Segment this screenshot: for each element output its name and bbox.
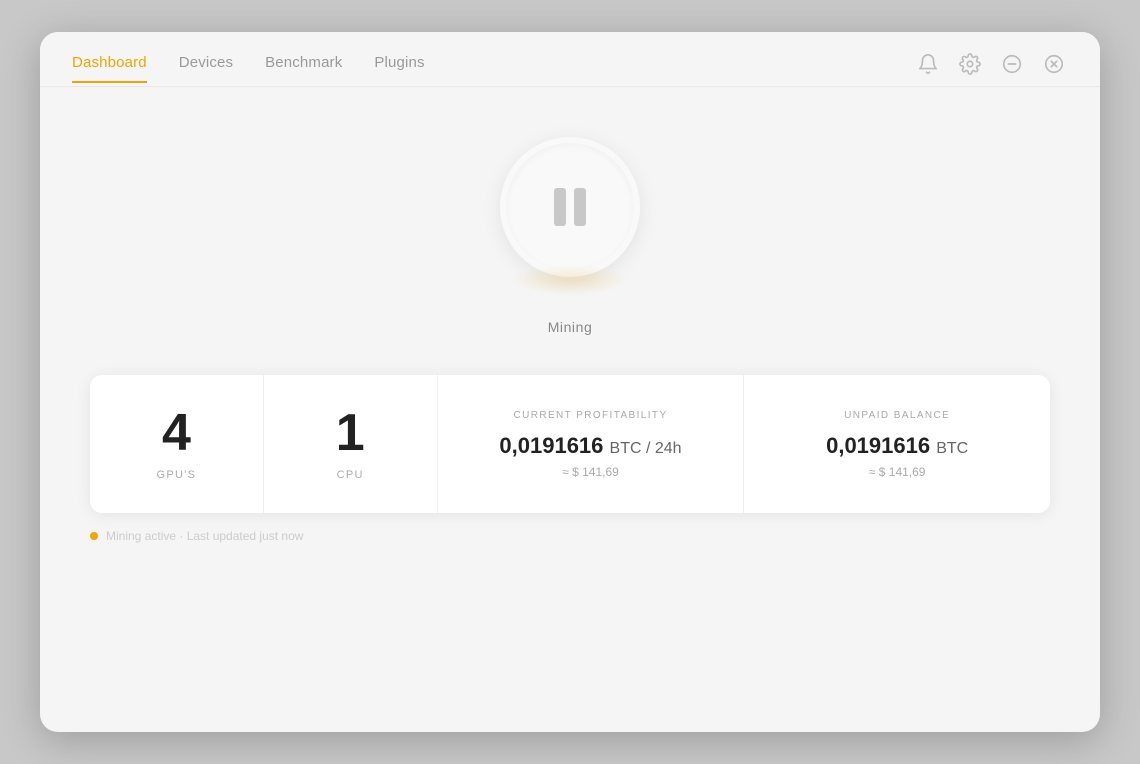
balance-btc-amount: 0,0191616 bbox=[826, 433, 930, 458]
stat-card-gpu: 4 GPU'S bbox=[90, 375, 264, 513]
profitability-header: CURRENT PROFITABILITY bbox=[458, 410, 724, 421]
pause-bar-right bbox=[574, 188, 586, 226]
gpu-label: GPU'S bbox=[156, 469, 196, 481]
balance-btc-unit: BTC bbox=[936, 440, 968, 457]
balance-header: UNPAID BALANCE bbox=[764, 410, 1030, 421]
mining-button-wrapper bbox=[500, 137, 640, 277]
nav-right bbox=[914, 50, 1068, 86]
pause-icon bbox=[554, 188, 586, 226]
nav-bar: Dashboard Devices Benchmark Plugins bbox=[40, 32, 1100, 86]
balance-btc: 0,0191616 BTC bbox=[826, 433, 968, 459]
close-icon[interactable] bbox=[1040, 50, 1068, 78]
mining-section: Mining bbox=[500, 137, 640, 335]
minimize-icon[interactable] bbox=[998, 50, 1026, 78]
bell-icon[interactable] bbox=[914, 50, 942, 78]
nav-item-benchmark[interactable]: Benchmark bbox=[265, 54, 342, 83]
nav-item-plugins[interactable]: Plugins bbox=[374, 54, 424, 83]
bottom-status-text: Mining active · Last updated just now bbox=[106, 529, 303, 543]
stat-card-profitability: CURRENT PROFITABILITY 0,0191616 BTC / 24… bbox=[438, 375, 745, 513]
nav-left: Dashboard Devices Benchmark Plugins bbox=[72, 54, 425, 83]
main-content: Mining 4 GPU'S 1 CPU CURRENT PROFITABILI… bbox=[40, 87, 1100, 732]
stat-card-cpu: 1 CPU bbox=[264, 375, 438, 513]
profitability-btc-amount: 0,0191616 bbox=[499, 433, 603, 458]
settings-icon[interactable] bbox=[956, 50, 984, 78]
pause-bar-left bbox=[554, 188, 566, 226]
stats-row: 4 GPU'S 1 CPU CURRENT PROFITABILITY 0,01… bbox=[90, 375, 1050, 513]
profitability-btc-unit: BTC / 24h bbox=[610, 440, 682, 457]
nav-item-devices[interactable]: Devices bbox=[179, 54, 233, 83]
status-dot bbox=[90, 532, 98, 540]
bottom-section: Mining active · Last updated just now bbox=[90, 529, 1050, 543]
gpu-value: 4 bbox=[162, 407, 191, 459]
cpu-value: 1 bbox=[336, 407, 365, 459]
profitability-usd: ≈ $ 141,69 bbox=[562, 465, 619, 479]
stat-card-balance: UNPAID BALANCE 0,0191616 BTC ≈ $ 141,69 bbox=[744, 375, 1050, 513]
mining-status-label: Mining bbox=[548, 319, 593, 335]
mining-button-inner bbox=[506, 143, 634, 271]
profitability-btc: 0,0191616 BTC / 24h bbox=[499, 433, 681, 459]
nav-item-dashboard[interactable]: Dashboard bbox=[72, 54, 147, 83]
app-window: Dashboard Devices Benchmark Plugins bbox=[40, 32, 1100, 732]
mining-toggle-button[interactable] bbox=[500, 137, 640, 277]
balance-usd: ≈ $ 141,69 bbox=[869, 465, 926, 479]
cpu-label: CPU bbox=[337, 469, 364, 481]
